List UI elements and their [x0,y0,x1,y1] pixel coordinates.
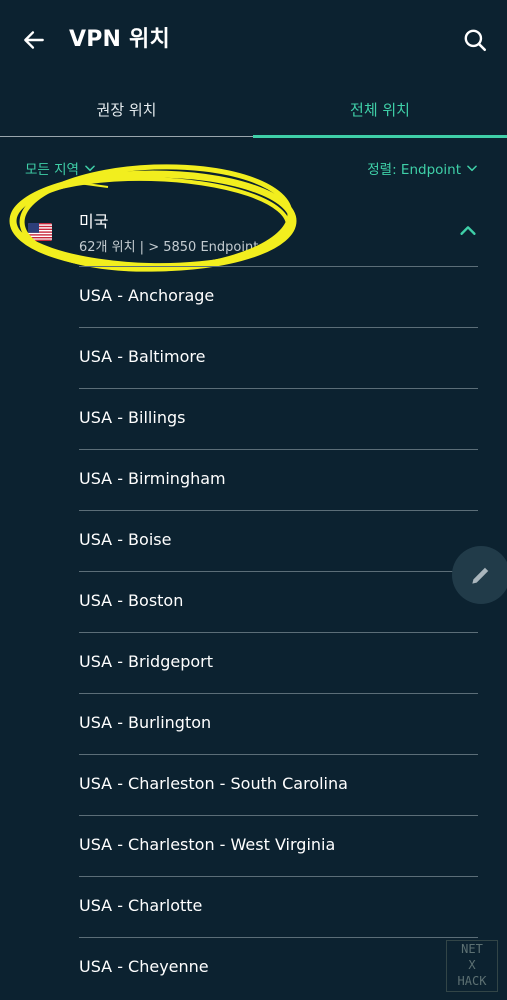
city-name: USA - Bridgeport [79,652,214,671]
city-list-item[interactable]: USA - Anchorage [0,266,507,327]
city-list-item[interactable]: USA - Billings [0,388,507,449]
list-divider [79,327,478,328]
city-name: USA - Charlotte [79,896,203,915]
city-list-item[interactable]: USA - Birmingham [0,449,507,510]
city-name: USA - Boston [79,591,184,610]
search-button[interactable] [457,22,493,58]
back-button[interactable] [16,22,52,58]
pencil-icon [472,567,489,584]
country-group-header[interactable]: 미국 62개 위치 | > 5850 Endpoint [0,196,507,266]
city-name: USA - Burlington [79,713,212,732]
arrow-left-icon [24,31,44,49]
city-list-item[interactable]: USA - Boston [0,571,507,632]
city-list-item[interactable]: USA - Bridgeport [0,632,507,693]
list-divider [79,876,478,877]
list-divider [79,510,478,511]
city-list-item[interactable]: USA - Cheyenne [0,937,507,998]
filter-bar: 모든 지역 정렬: Endpoint [0,150,507,188]
sort-label: 정렬: Endpoint [367,162,461,178]
search-icon [464,29,487,52]
tab-selected-indicator [253,135,507,138]
watermark-line: HACK [457,974,487,988]
chevron-down-icon [467,165,477,172]
list-divider [79,815,478,816]
city-list-item[interactable]: USA - Charlotte [0,876,507,937]
city-list-item[interactable]: USA - Burlington [0,693,507,754]
city-name: USA - Billings [79,408,186,427]
location-tabs: 권장 위치 전체 위치 [0,80,507,138]
tab-recommended-locations[interactable]: 권장 위치 [0,80,253,138]
list-divider [79,571,478,572]
watermark-line: X [468,958,476,972]
watermark-line: NET [461,942,483,956]
tab-label: 전체 위치 [350,100,410,119]
city-list-item[interactable]: USA - Baltimore [0,327,507,388]
chevron-down-icon [85,165,95,172]
sort-dropdown[interactable]: 정렬: Endpoint [367,158,479,178]
city-name: USA - Cheyenne [79,957,209,976]
us-flag-icon [28,223,52,241]
region-filter-label: 모든 지역 [25,162,79,178]
page-title: VPN 위치 [69,27,170,52]
city-name: USA - Charleston - West Virginia [79,835,336,854]
list-divider [79,693,478,694]
list-divider [79,388,478,389]
collapse-button[interactable] [455,218,481,244]
country-name: 미국 [79,212,109,231]
app-header: VPN 위치 [0,0,507,80]
list-divider [79,632,478,633]
list-divider [79,449,478,450]
chevron-up-icon [460,226,476,235]
city-list-item[interactable]: USA - Boise [0,510,507,571]
list-divider [79,266,478,267]
tab-all-locations[interactable]: 전체 위치 [253,80,507,138]
city-list-item[interactable]: USA - Charleston - West Virginia [0,815,507,876]
country-location-count: 62개 위치 | > 5850 Endpoint [79,240,259,255]
city-name: USA - Anchorage [79,286,215,305]
edit-button[interactable] [452,546,507,604]
city-name: USA - Birmingham [79,469,226,488]
city-name: USA - Boise [79,530,172,549]
city-name: USA - Charleston - South Carolina [79,774,348,793]
city-name: USA - Baltimore [79,347,206,366]
region-filter-dropdown[interactable]: 모든 지역 [25,158,97,178]
city-list: USA - Anchorage USA - Baltimore USA - Bill… [0,266,507,998]
tab-label: 권장 위치 [96,100,157,119]
city-list-item[interactable]: USA - Charleston - South Carolina [0,754,507,815]
watermark-logo: NET X HACK [446,940,498,992]
list-divider [79,937,478,938]
list-divider [79,754,478,755]
